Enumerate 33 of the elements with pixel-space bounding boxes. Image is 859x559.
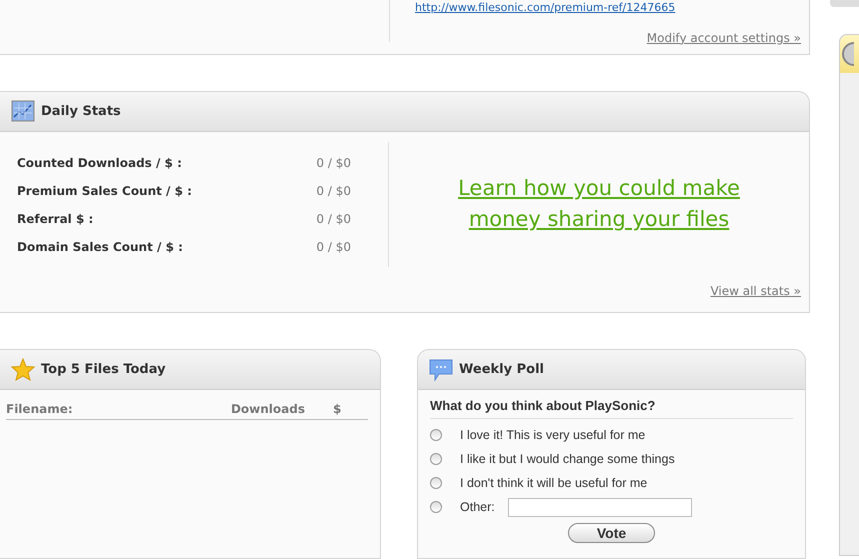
stat-label: Domain Sales Count / $ : [17, 238, 183, 256]
radio-button[interactable] [430, 453, 442, 465]
stat-value: 0 / $0 [316, 154, 351, 172]
panel-title: Top 5 Files Today [41, 362, 166, 377]
poll-question: What do you think about PlaySonic? [430, 398, 793, 419]
vote-button[interactable]: Vote [568, 523, 656, 543]
other-input-field[interactable] [508, 498, 692, 516]
panel-title: Weekly Poll [459, 362, 544, 377]
option-label: I love it! This is very useful for me [460, 428, 646, 442]
view-stats-link[interactable]: View all stats » [710, 284, 801, 298]
stat-label: Counted Downloads / $ : [17, 154, 182, 172]
option-label: Other: [460, 500, 495, 514]
option-label: I like it but I would change some things [460, 452, 675, 466]
stat-label: Premium Sales Count / $ : [17, 182, 192, 200]
referral-link[interactable]: http://www.filesonic.com/premium-ref/1247665 [415, 1, 801, 14]
option-label: I don't think it will be useful for me [460, 476, 648, 490]
column-header: $ [332, 402, 342, 416]
settings-link[interactable]: Modify account settings » [646, 30, 801, 45]
stat-value: 0 / $0 [316, 238, 351, 256]
column-header: Filename: [6, 402, 74, 416]
star-icon [11, 358, 35, 381]
radio-button[interactable] [430, 501, 442, 513]
column-header: Downloads [230, 402, 305, 416]
speech-bubble-icon [429, 358, 453, 382]
side-panel-edge [830, 0, 859, 7]
panel-title: Daily Stats [41, 104, 121, 119]
stat-value: 0 / $0 [316, 182, 351, 200]
chart-icon [11, 100, 35, 122]
promo-link[interactable]: Learn how you could make money sharing your files [439, 172, 759, 235]
radio-button[interactable] [430, 429, 442, 441]
radio-button[interactable] [430, 477, 442, 489]
stat-label: Referral $ : [17, 210, 94, 228]
stat-value: 0 / $0 [316, 210, 351, 228]
